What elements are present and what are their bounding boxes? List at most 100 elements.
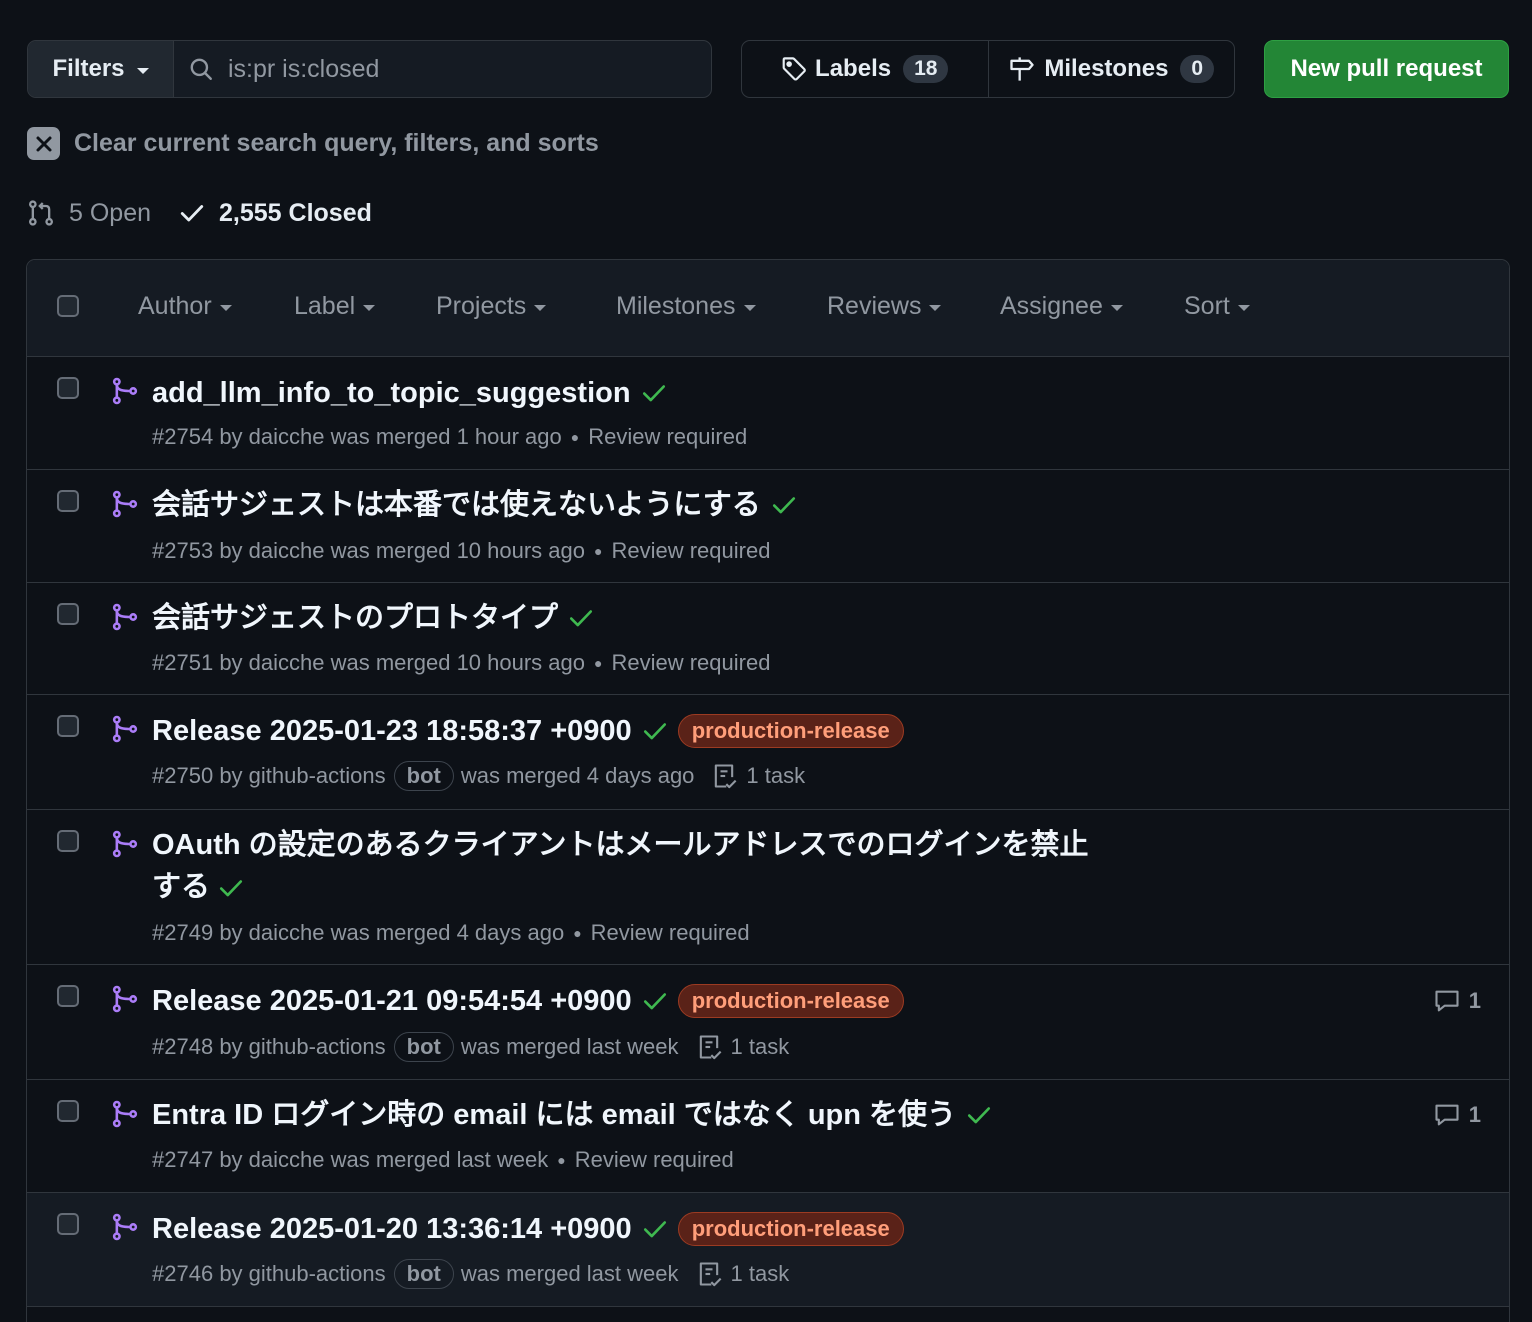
pr-time[interactable]: 10 hours ago [457, 650, 585, 676]
production-release-label[interactable]: production-release [677, 714, 904, 748]
pr-number[interactable]: #2746 [152, 1261, 213, 1287]
check-status-icon[interactable] [642, 988, 668, 1014]
milestones-button[interactable]: Milestones 0 [987, 41, 1235, 97]
row-checkbox[interactable] [57, 1100, 79, 1122]
close-icon [27, 127, 60, 160]
search-input[interactable] [228, 54, 668, 84]
review-status[interactable]: Review required [611, 650, 770, 676]
state-tabs: 5 Open 2,555 Closed [27, 196, 372, 230]
pr-title-link[interactable]: OAuth の設定のあるクライアントはメールアドレスでのログインを禁止する [152, 824, 1112, 908]
row-checkbox[interactable] [57, 830, 79, 852]
production-release-label[interactable]: production-release [677, 1212, 904, 1246]
pr-number[interactable]: #2749 [152, 920, 213, 946]
search-icon [190, 58, 212, 80]
separator-dot: ● [594, 543, 603, 559]
label-filter[interactable]: Label [294, 292, 376, 321]
pr-number[interactable]: #2754 [152, 424, 213, 450]
open-tab[interactable]: 5 Open [27, 199, 151, 228]
merged-icon [112, 603, 138, 631]
row-checkbox[interactable] [57, 377, 79, 399]
new-pull-request-button[interactable]: New pull request [1264, 40, 1509, 98]
production-release-label[interactable]: production-release [677, 984, 904, 1018]
pr-merged-time[interactable]: was merged last week [461, 1034, 679, 1060]
label-filter-label: Label [294, 292, 356, 320]
comments-link[interactable]: 1 [1433, 987, 1481, 1015]
list-item: Release 2025-01-23 18:58:37 +0900 product… [27, 695, 1509, 810]
merged-icon [112, 830, 138, 858]
pr-number[interactable]: #2753 [152, 538, 213, 564]
projects-filter[interactable]: Projects [436, 292, 547, 321]
sort-dropdown[interactable]: Sort [1184, 292, 1250, 321]
row-checkbox[interactable] [57, 1213, 79, 1235]
check-status-icon[interactable] [642, 718, 668, 744]
pr-merged-time[interactable]: was merged last week [461, 1261, 679, 1287]
pr-time[interactable]: 1 hour ago [457, 424, 562, 450]
pr-time[interactable]: 10 hours ago [457, 538, 585, 564]
separator-dot: ● [570, 429, 580, 445]
check-status-icon[interactable] [641, 380, 667, 406]
separator-dot: ● [557, 1152, 566, 1168]
pr-title-link[interactable]: 会話サジェストは本番では使えないようにする [152, 484, 797, 526]
pr-meta: #2754 by daicche was merged 1 hour ago ● R… [152, 424, 747, 450]
labels-button[interactable]: Labels 18 [742, 41, 988, 97]
comments-link[interactable]: 1 [1433, 1101, 1481, 1129]
row-checkbox[interactable] [57, 603, 79, 625]
task-list-indicator[interactable]: 1 task [710, 762, 805, 790]
closed-tab[interactable]: 2,555 Closed [179, 199, 372, 228]
list-item: 会話サジェストのプロトタイプ #2751 by daicche was merg… [27, 583, 1509, 695]
task-list-icon [699, 1035, 721, 1060]
pr-merged-time[interactable]: was merged 4 days ago [461, 763, 695, 789]
pr-number[interactable]: #2750 [152, 763, 213, 789]
pr-title-text: add_llm_info_to_topic_suggestion [152, 377, 631, 409]
merged-icon [112, 1100, 138, 1128]
pr-time[interactable]: last week [457, 1147, 549, 1173]
merged-icon [112, 490, 138, 518]
filters-button[interactable]: Filters [28, 41, 174, 97]
row-checkbox[interactable] [57, 985, 79, 1007]
reviews-filter[interactable]: Reviews [827, 292, 942, 321]
pr-title-link[interactable]: Release 2025-01-21 09:54:54 +0900 product… [152, 980, 904, 1022]
pr-time[interactable]: 4 days ago [457, 920, 565, 946]
assignee-filter-label: Assignee [1000, 292, 1103, 320]
pr-title-link[interactable]: 会話サジェストのプロトタイプ [152, 597, 594, 639]
check-status-icon[interactable] [568, 605, 594, 631]
pr-title-link[interactable]: add_llm_info_to_topic_suggestion [152, 372, 667, 414]
pr-number[interactable]: #2748 [152, 1034, 213, 1060]
pr-author-text: by daicche was merged [219, 920, 451, 945]
list-item: add_llm_info_to_topic_suggestion #2754 b… [27, 357, 1509, 470]
task-list-indicator[interactable]: 1 task [695, 1033, 789, 1061]
pr-title-link[interactable]: Entra ID ログイン時の email には email ではなく upn … [152, 1094, 992, 1136]
assignee-filter[interactable]: Assignee [1000, 292, 1123, 321]
milestone-icon [1010, 57, 1035, 81]
pr-title-link[interactable]: Release 2025-01-23 18:58:37 +0900 product… [152, 710, 904, 752]
list-item: OAuth の設定のあるクライアントはメールアドレスでのログインを禁止する #2… [27, 810, 1509, 965]
row-checkbox[interactable] [57, 715, 79, 737]
check-status-icon[interactable] [966, 1102, 992, 1128]
chevron-down-icon [534, 305, 547, 311]
clear-filters-text: Clear current search query, filters, and… [74, 129, 599, 157]
merged-icon [112, 377, 138, 405]
check-status-icon[interactable] [771, 492, 797, 518]
milestones-filter[interactable]: Milestones [616, 292, 756, 321]
pr-title-link[interactable]: Release 2025-01-20 13:36:14 +0900 product… [152, 1208, 904, 1250]
pr-number[interactable]: #2751 [152, 650, 213, 676]
task-list-indicator[interactable]: 1 task [695, 1260, 789, 1288]
review-status[interactable]: Review required [575, 1147, 734, 1173]
review-status[interactable]: Review required [588, 424, 747, 450]
pr-author-text: by github-actions [219, 763, 386, 788]
pr-number[interactable]: #2747 [152, 1147, 213, 1173]
clear-filters-link[interactable]: Clear current search query, filters, and… [27, 127, 599, 160]
reviews-filter-label: Reviews [827, 292, 922, 320]
select-all-checkbox[interactable] [57, 295, 79, 317]
search-filter-bar: Filters [27, 40, 712, 98]
bot-badge: bot [393, 1032, 454, 1062]
check-status-icon[interactable] [218, 875, 244, 901]
separator-dot: ● [594, 655, 603, 671]
review-status[interactable]: Review required [591, 920, 750, 946]
row-checkbox[interactable] [57, 490, 79, 512]
review-status[interactable]: Review required [611, 538, 770, 564]
author-filter[interactable]: Author [138, 292, 232, 321]
list-item: Release 2025-01-20 13:36:14 +0900 product… [27, 1193, 1509, 1307]
pr-meta: #2748 by github-actions bot was merged las… [152, 1032, 789, 1062]
check-status-icon[interactable] [642, 1216, 668, 1242]
